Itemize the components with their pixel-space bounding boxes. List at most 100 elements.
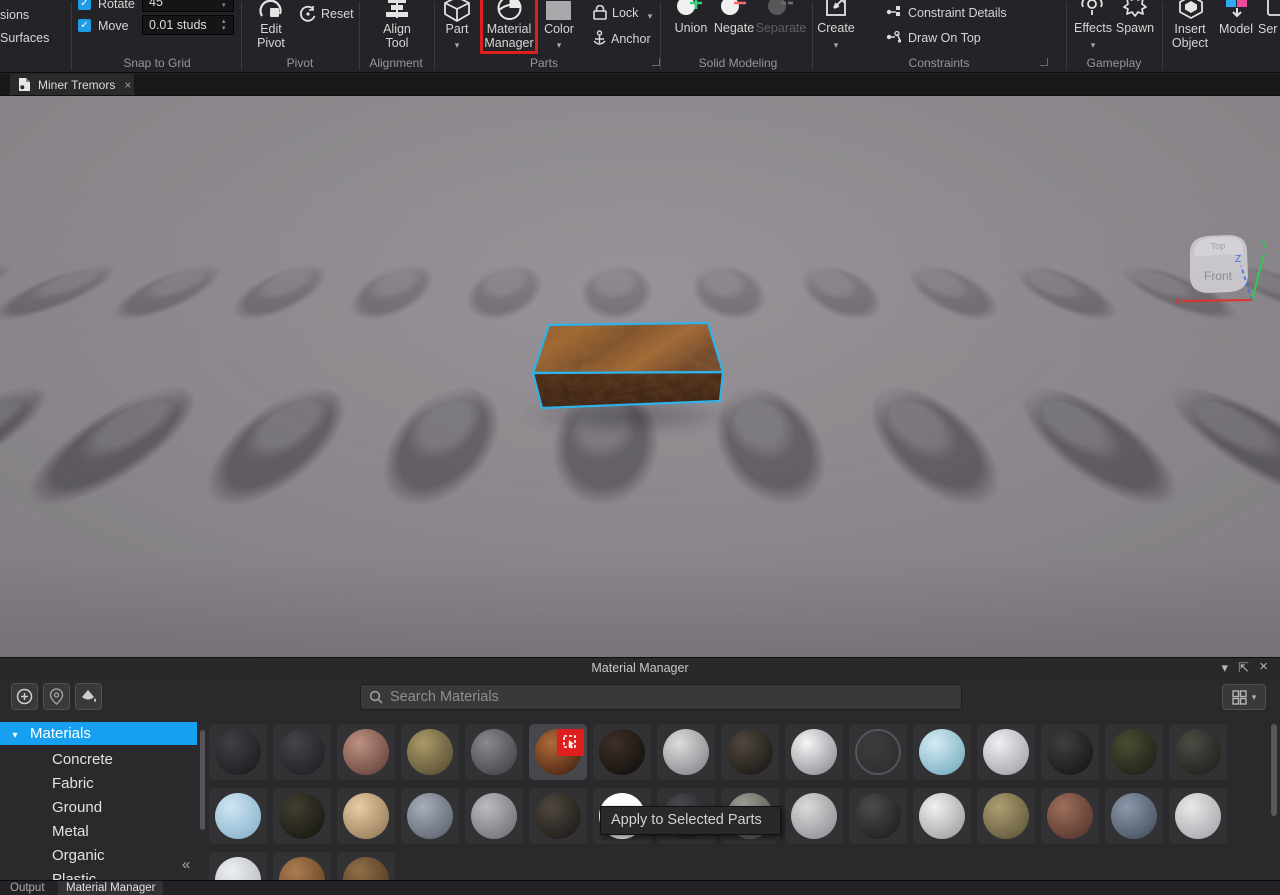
document-tab-close-icon[interactable]: × [124, 78, 131, 92]
document-tab[interactable]: Miner Tremors × [10, 74, 134, 95]
tree-scrollbar[interactable] [200, 730, 205, 830]
viewport-3d[interactable]: Top Front X Y Z [0, 95, 1280, 658]
union-button[interactable]: Union [670, 21, 712, 35]
lock-button[interactable]: Lock [612, 6, 638, 20]
material-swatch-diamond-plate[interactable] [657, 724, 715, 780]
create-constraint-button[interactable]: Create [813, 21, 859, 35]
negate-button[interactable]: Negate [711, 21, 757, 35]
align-tool-button[interactable]: Align Tool [374, 22, 420, 50]
tree-item-plastic[interactable]: Plastic [0, 868, 197, 880]
material-swatch-limestone[interactable] [337, 788, 395, 844]
model-button[interactable]: Model [1216, 22, 1256, 36]
service-icon-clipped[interactable] [1266, 0, 1280, 19]
material-swatch-salt[interactable] [913, 788, 971, 844]
spawn-button[interactable]: Spawn [1112, 21, 1158, 35]
create-dropdown-chevron[interactable]: ▾ [834, 40, 839, 51]
lock-dropdown-chevron[interactable]: ▾ [648, 11, 653, 22]
material-swatch-ice[interactable] [209, 788, 267, 844]
view-cube-top-label[interactable]: Top [1210, 241, 1225, 252]
draw-on-top-button[interactable]: Draw On Top [908, 31, 981, 45]
constraint-details-button[interactable]: Constraint Details [908, 6, 1007, 20]
material-swatch-sand[interactable] [977, 788, 1035, 844]
material-swatch-basalt[interactable] [273, 724, 331, 780]
negate-icon[interactable] [719, 0, 749, 20]
color-dropdown-chevron[interactable]: ▾ [557, 40, 562, 51]
selected-part-corroded-metal[interactable] [515, 296, 745, 426]
view-cube[interactable]: Top Front X Y Z [1168, 224, 1280, 328]
parts-launcher-icon[interactable] [652, 58, 660, 66]
rotate-value-field[interactable]: 45 [142, 0, 234, 12]
draw-on-top-icon[interactable] [886, 29, 902, 45]
rotate-stepper[interactable]: ▾ [222, 2, 226, 9]
material-swatch-rock[interactable] [849, 788, 907, 844]
spawn-icon[interactable] [1123, 0, 1147, 17]
material-swatch-foil[interactable] [785, 724, 843, 780]
grid-scrollbar[interactable] [1271, 724, 1277, 816]
material-manager-titlebar[interactable]: Material Manager ▾ ⇱ × [0, 658, 1280, 678]
material-swatch-mud[interactable] [529, 788, 587, 844]
material-swatch-metal[interactable] [465, 788, 523, 844]
material-manager-tab[interactable]: Material Manager [58, 881, 164, 895]
tree-item-ground[interactable]: Ground [0, 796, 197, 820]
chevron-down-icon[interactable]: ▾ [0, 724, 30, 747]
reset-button[interactable]: Reset [321, 7, 354, 21]
material-swatch-wood-planks[interactable] [337, 852, 395, 880]
color-swatch-icon[interactable] [546, 1, 571, 20]
effects-dropdown-chevron[interactable]: ▾ [1091, 40, 1096, 51]
material-swatch-asphalt[interactable] [209, 724, 267, 780]
material-swatch-sandstone[interactable] [1041, 788, 1099, 844]
constraints-launcher-icon[interactable] [1040, 58, 1048, 66]
material-swatch-ground[interactable] [1169, 724, 1227, 780]
material-swatch-granite[interactable] [1041, 724, 1099, 780]
material-swatch-marble[interactable] [401, 788, 459, 844]
rotate-checkbox[interactable]: ✓ [78, 0, 91, 10]
tree-item-concrete[interactable]: Concrete [0, 748, 197, 772]
output-tab[interactable]: Output [2, 881, 53, 895]
material-variant-pin-button[interactable] [43, 683, 70, 710]
apply-to-selected-parts-button[interactable] [557, 729, 584, 756]
edit-pivot-button[interactable]: Edit Pivot [247, 22, 295, 50]
material-swatch-slate[interactable] [1105, 788, 1163, 844]
material-swatch-snow[interactable] [209, 852, 267, 880]
material-swatch-smooth-plastic[interactable] [1169, 788, 1227, 844]
lock-icon[interactable] [593, 5, 607, 20]
material-swatch-wood[interactable] [273, 852, 331, 880]
effects-icon[interactable] [1080, 0, 1104, 17]
move-stepper[interactable]: ▴ ▾ [222, 18, 226, 32]
effects-button[interactable]: Effects [1071, 21, 1115, 35]
material-swatch-cracked-lava[interactable] [593, 724, 651, 780]
edit-pivot-icon[interactable] [258, 0, 284, 22]
anchor-icon[interactable] [592, 30, 607, 46]
panel-collapse-icon[interactable]: ▾ [1221, 661, 1228, 675]
material-swatch-leafy-grass[interactable] [273, 788, 331, 844]
grid-view-button[interactable]: ▾ [1222, 684, 1266, 710]
search-materials-field[interactable] [360, 684, 962, 710]
anchor-button[interactable]: Anchor [611, 32, 651, 46]
move-value-field[interactable]: 0.01 studs [142, 15, 234, 35]
material-swatch-force-field[interactable] [849, 724, 907, 780]
create-constraint-icon[interactable] [825, 0, 847, 17]
reset-icon[interactable] [299, 5, 317, 23]
insert-object-icon[interactable] [1178, 0, 1204, 19]
material-swatch-glass[interactable] [977, 724, 1035, 780]
search-materials-input[interactable] [390, 689, 953, 705]
union-icon[interactable] [675, 0, 705, 20]
part-button[interactable]: Part [437, 22, 477, 36]
material-swatch-corroded-metal[interactable] [529, 724, 587, 780]
move-checkbox[interactable]: ✓ [78, 19, 91, 32]
tree-item-organic[interactable]: Organic [0, 844, 197, 868]
material-swatch-brick[interactable] [337, 724, 395, 780]
add-material-button[interactable] [11, 683, 38, 710]
material-swatch-cobblestone[interactable] [401, 724, 459, 780]
model-icon[interactable] [1224, 0, 1250, 19]
tree-item-metal[interactable]: Metal [0, 820, 197, 844]
align-tool-icon[interactable] [384, 0, 410, 20]
insert-object-button[interactable]: Insert Object [1167, 22, 1213, 50]
part-icon[interactable] [443, 0, 471, 22]
material-swatch-concrete[interactable] [465, 724, 523, 780]
material-swatch-fabric[interactable] [721, 724, 779, 780]
material-manager-button[interactable]: Material Manager [483, 22, 535, 50]
tree-collapse-button[interactable]: « [182, 856, 190, 873]
service-button-clipped[interactable]: Ser [1258, 22, 1277, 36]
tree-item-fabric[interactable]: Fabric [0, 772, 197, 796]
